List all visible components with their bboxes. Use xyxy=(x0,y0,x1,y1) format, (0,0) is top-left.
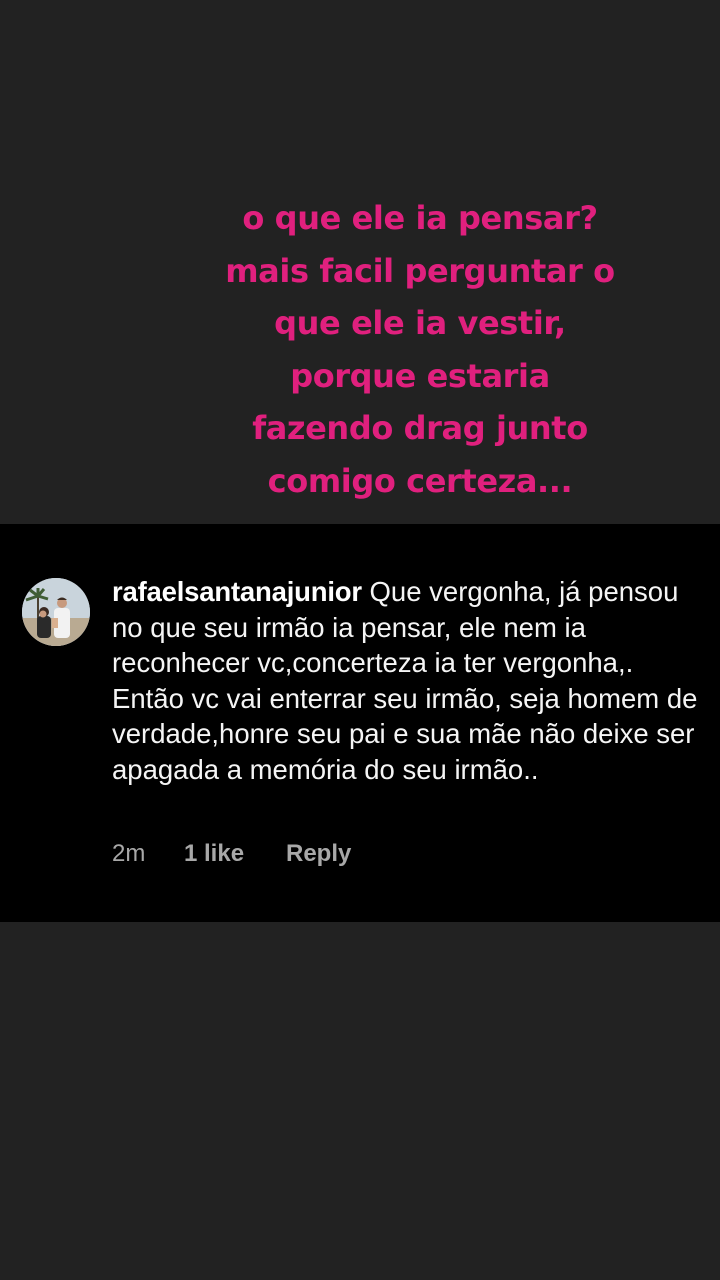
caption-line: que ele ia vestir, xyxy=(274,304,566,342)
reply-button[interactable]: Reply xyxy=(286,840,351,867)
comment-username[interactable]: rafaelsantanajunior xyxy=(112,576,362,607)
comment-like-count[interactable]: 1 like xyxy=(184,840,286,868)
story-caption: o que ele ia pensar? mais facil pergunta… xyxy=(190,192,650,507)
caption-line: mais facil perguntar o xyxy=(225,251,615,290)
comment-body: rafaelsantanajunior Que vergonha, já pen… xyxy=(112,574,704,787)
comment-card: rafaelsantanajunior Que vergonha, já pen… xyxy=(0,524,720,922)
caption-line: fazendo drag junto xyxy=(252,409,588,447)
avatar[interactable] xyxy=(22,578,90,646)
comment-timestamp: 2m xyxy=(112,840,146,867)
story-screen: o que ele ia pensar? mais facil pergunta… xyxy=(0,0,720,1280)
caption-line: o que ele ia pensar? xyxy=(242,199,598,237)
avatar-photo xyxy=(22,578,90,646)
comment-text: Que vergonha, já pensou no que seu irmão… xyxy=(112,576,698,785)
comment-meta: 2m 1 like Reply xyxy=(112,840,351,868)
caption-line: comigo certeza... xyxy=(267,461,573,500)
caption-line: porque estaria xyxy=(290,356,550,395)
